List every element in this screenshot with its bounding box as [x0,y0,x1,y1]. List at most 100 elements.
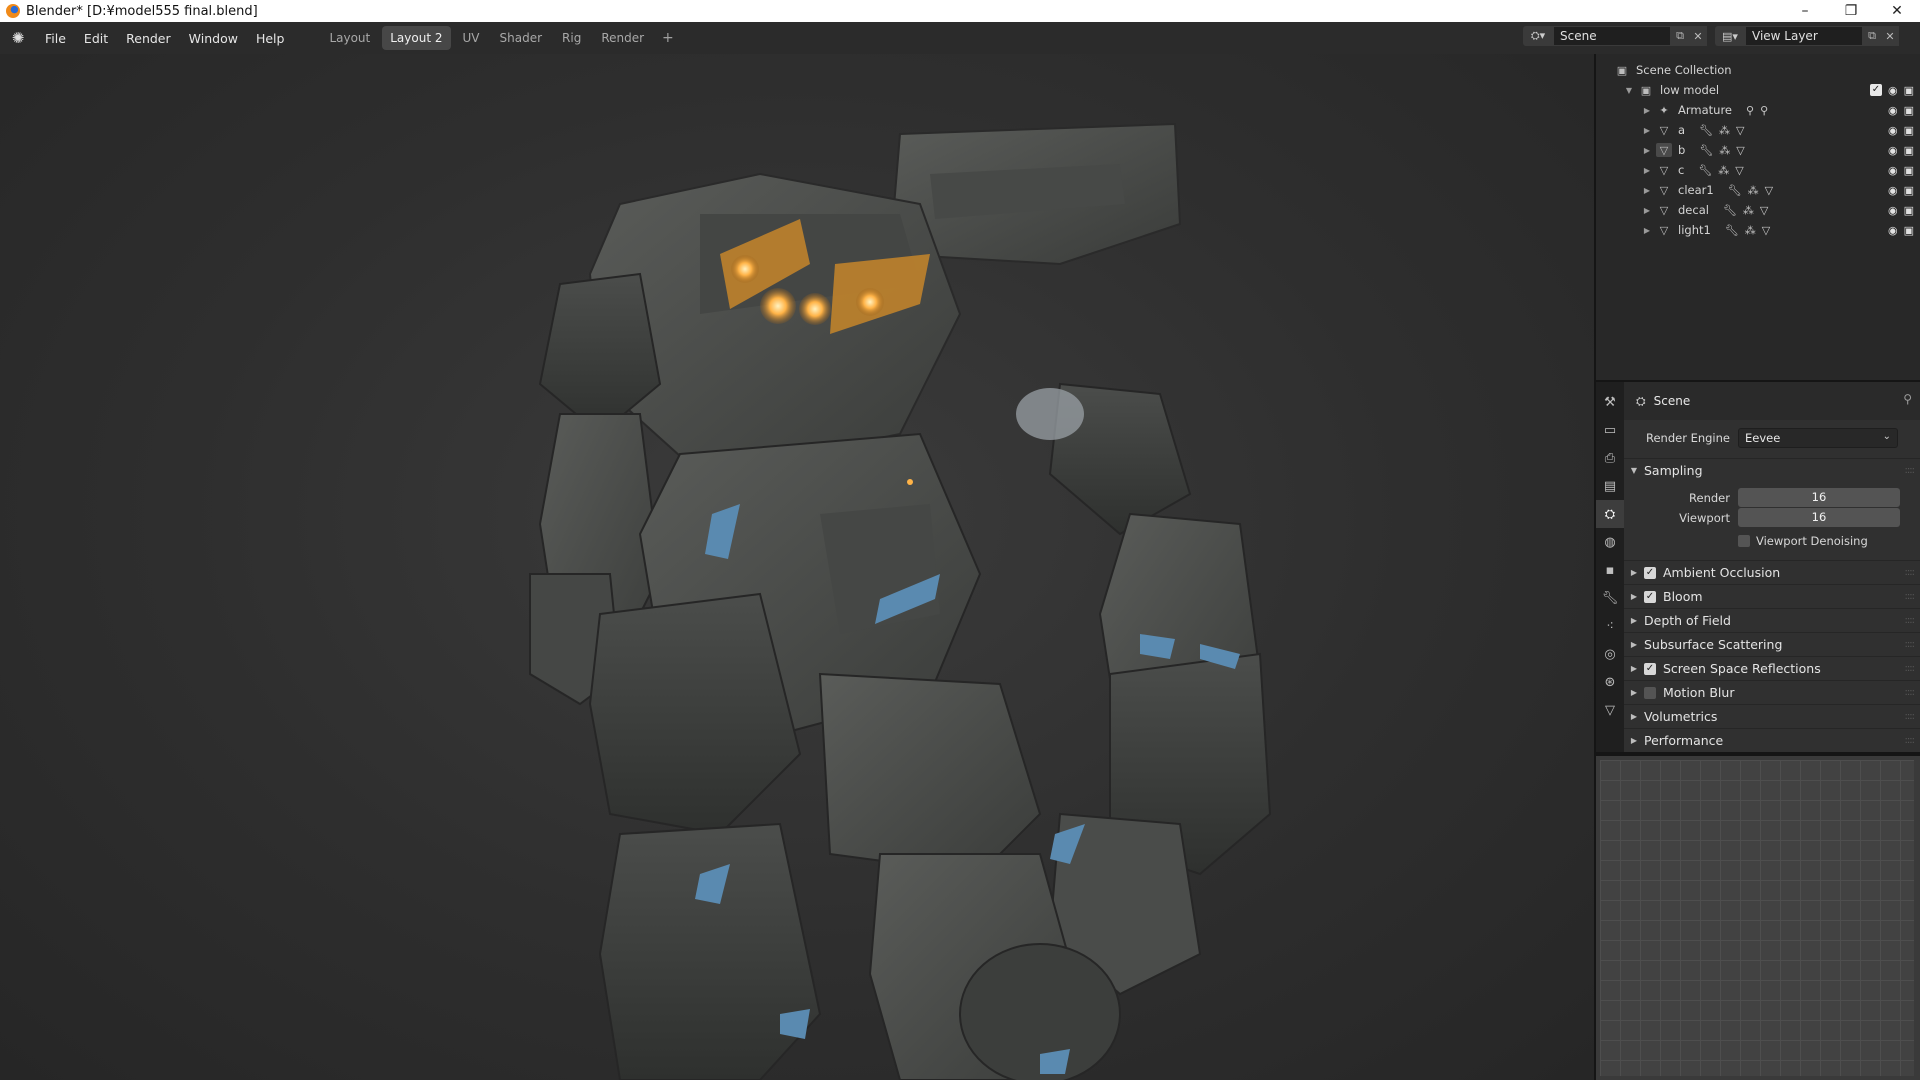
screen-space-reflections-checkbox[interactable]: ✓ [1644,662,1656,675]
expand-triangle-icon[interactable]: ▶ [1642,206,1652,215]
mesh-data-icon[interactable]: ▽ [1765,184,1773,197]
drag-handle-icon[interactable]: :::: [1905,567,1916,578]
vertex-groups-icon[interactable]: ⁂ [1748,184,1759,197]
wrench-icon[interactable]: 🔧︎ [1728,184,1742,197]
mesh-data-icon[interactable]: ▽ [1762,224,1770,237]
lower-editor-area[interactable] [1596,756,1920,1080]
new-view-layer-icon[interactable]: ⧉ [1863,26,1881,46]
modifier-tab-icon[interactable]: 🔧︎ [1596,584,1624,612]
expand-triangle-icon[interactable]: ▶ [1642,186,1652,195]
view-layer-tab-icon[interactable]: ▤ [1596,472,1624,500]
expand-triangle-icon[interactable]: ▼ [1624,86,1634,95]
render-tab-icon[interactable]: ▭ [1596,416,1624,444]
drag-handle-icon[interactable]: :::: [1905,615,1916,626]
menu-edit[interactable]: Edit [75,31,117,46]
camera-icon[interactable]: ▣ [1904,184,1914,197]
expand-triangle-icon[interactable]: ▶ [1642,126,1652,135]
panel-motion-blur[interactable]: ▶ Motion Blur :::: [1624,680,1920,704]
vertex-groups-icon[interactable]: ⁂ [1743,204,1754,217]
menu-render[interactable]: Render [117,31,180,46]
mesh-data-icon[interactable]: ▽ [1735,164,1743,177]
drag-handle-icon[interactable]: :::: [1905,465,1916,476]
expand-triangle-icon[interactable]: ▶ [1642,146,1652,155]
ambient-occlusion-checkbox[interactable]: ✓ [1644,566,1656,579]
drag-handle-icon[interactable]: :::: [1905,711,1916,722]
remove-view-layer-icon[interactable]: ✕ [1881,26,1899,46]
tab-layout[interactable]: Layout [321,26,378,50]
scene-name-field[interactable]: Scene [1553,26,1671,46]
vertex-groups-icon[interactable]: ⁂ [1718,164,1729,177]
camera-icon[interactable]: ▣ [1904,104,1914,117]
panel-ambient-occlusion[interactable]: ▶ ✓ Ambient Occlusion :::: [1624,560,1920,584]
view-layer-field[interactable]: View Layer [1745,26,1863,46]
wrench-icon[interactable]: 🔧︎ [1699,144,1713,157]
bloom-checkbox[interactable]: ✓ [1644,590,1656,603]
drag-handle-icon[interactable]: :::: [1905,639,1916,650]
tab-layout-2[interactable]: Layout 2 [382,26,451,50]
expand-triangle-icon[interactable]: ▶ [1642,166,1652,175]
eye-icon[interactable]: ◉ [1888,204,1898,217]
outliner-item-b[interactable]: ▶ ▽ b 🔧︎ ⁂ ▽ ◉ ▣ [1596,140,1920,160]
constraints-tab-icon[interactable]: ⊛ [1596,668,1624,696]
panel-screen-space-reflections[interactable]: ▶ ✓ Screen Space Reflections :::: [1624,656,1920,680]
panel-sampling[interactable]: ▼ Sampling :::: [1624,458,1920,482]
restore-button[interactable]: ❐ [1828,0,1874,22]
outliner-item-a[interactable]: ▶ ▽ a 🔧︎ ⁂ ▽ ◉ ▣ [1596,120,1920,140]
scene-icon[interactable]: ⛭▾ [1523,26,1553,46]
render-samples-field[interactable]: 16 [1738,488,1900,507]
camera-icon[interactable]: ▣ [1904,204,1914,217]
wrench-icon[interactable]: 🔧︎ [1723,204,1737,217]
panel-bloom[interactable]: ▶ ✓ Bloom :::: [1624,584,1920,608]
menu-help[interactable]: Help [247,31,294,46]
panel-volumetrics[interactable]: ▶ Volumetrics :::: [1624,704,1920,728]
outliner-item-clear1[interactable]: ▶ ▽ clear1 🔧︎ ⁂ ▽ ◉ ▣ [1596,180,1920,200]
view-layer-icon[interactable]: ▤▾ [1715,26,1745,46]
viewport-denoising-checkbox[interactable] [1738,535,1750,547]
drag-handle-icon[interactable]: :::: [1905,687,1916,698]
mesh-data-icon[interactable]: ▽ [1736,144,1744,157]
object-tab-icon[interactable]: ▪ [1596,556,1624,584]
outliner-item-light1[interactable]: ▶ ▽ light1 🔧︎ ⁂ ▽ ◉ ▣ [1596,220,1920,240]
expand-triangle-icon[interactable]: ▶ [1642,106,1652,115]
close-button[interactable]: ✕ [1874,0,1920,22]
eye-icon[interactable]: ◉ [1888,224,1898,237]
eye-icon[interactable]: ◉ [1888,164,1898,177]
panel-subsurface-scattering[interactable]: ▶ Subsurface Scattering :::: [1624,632,1920,656]
panel-performance[interactable]: ▶ Performance :::: [1624,728,1920,752]
camera-icon[interactable]: ▣ [1904,144,1914,157]
wrench-icon[interactable]: 🔧︎ [1725,224,1739,237]
mesh-data-icon[interactable]: ▽ [1736,124,1744,137]
eye-icon[interactable]: ◉ [1888,104,1898,117]
blender-logo-icon[interactable]: ✺ [8,28,28,48]
physics-tab-icon[interactable]: ◎ [1596,640,1624,668]
add-workspace-button[interactable]: + [656,26,680,50]
eye-icon[interactable]: ◉ [1888,144,1898,157]
3d-viewport[interactable] [0,54,1594,1080]
pose-icon[interactable]: ⚲ [1760,104,1768,117]
viewport-samples-field[interactable]: 16 [1738,508,1900,527]
menu-file[interactable]: File [36,31,75,46]
vertex-groups-icon[interactable]: ⁂ [1719,144,1730,157]
particles-tab-icon[interactable]: ⁖ [1596,612,1624,640]
motion-blur-checkbox[interactable] [1644,686,1656,699]
wrench-icon[interactable]: 🔧︎ [1698,164,1712,177]
camera-icon[interactable]: ▣ [1904,164,1914,177]
vertex-groups-icon[interactable]: ⁂ [1719,124,1730,137]
expand-triangle-icon[interactable]: ▶ [1642,226,1652,235]
outliner-scene-collection[interactable]: ▣ Scene Collection [1596,60,1920,80]
data-tab-icon[interactable]: ▽ [1596,696,1624,724]
world-tab-icon[interactable]: ◍ [1596,528,1624,556]
outliner-item-decal[interactable]: ▶ ▽ decal 🔧︎ ⁂ ▽ ◉ ▣ [1596,200,1920,220]
tab-rig[interactable]: Rig [554,26,589,50]
menu-window[interactable]: Window [180,31,247,46]
camera-icon[interactable]: ▣ [1904,84,1914,97]
tab-uv[interactable]: UV [455,26,488,50]
vertex-groups-icon[interactable]: ⁂ [1745,224,1756,237]
eye-icon[interactable]: ◉ [1888,124,1898,137]
new-scene-icon[interactable]: ⧉ [1671,26,1689,46]
wrench-icon[interactable]: 🔧︎ [1699,124,1713,137]
remove-scene-icon[interactable]: ✕ [1689,26,1707,46]
armature-data-icon[interactable]: ⚲ [1746,104,1754,117]
scene-tab-icon[interactable]: ⛭ [1596,500,1624,528]
pin-icon[interactable]: ⚲ [1903,392,1912,406]
